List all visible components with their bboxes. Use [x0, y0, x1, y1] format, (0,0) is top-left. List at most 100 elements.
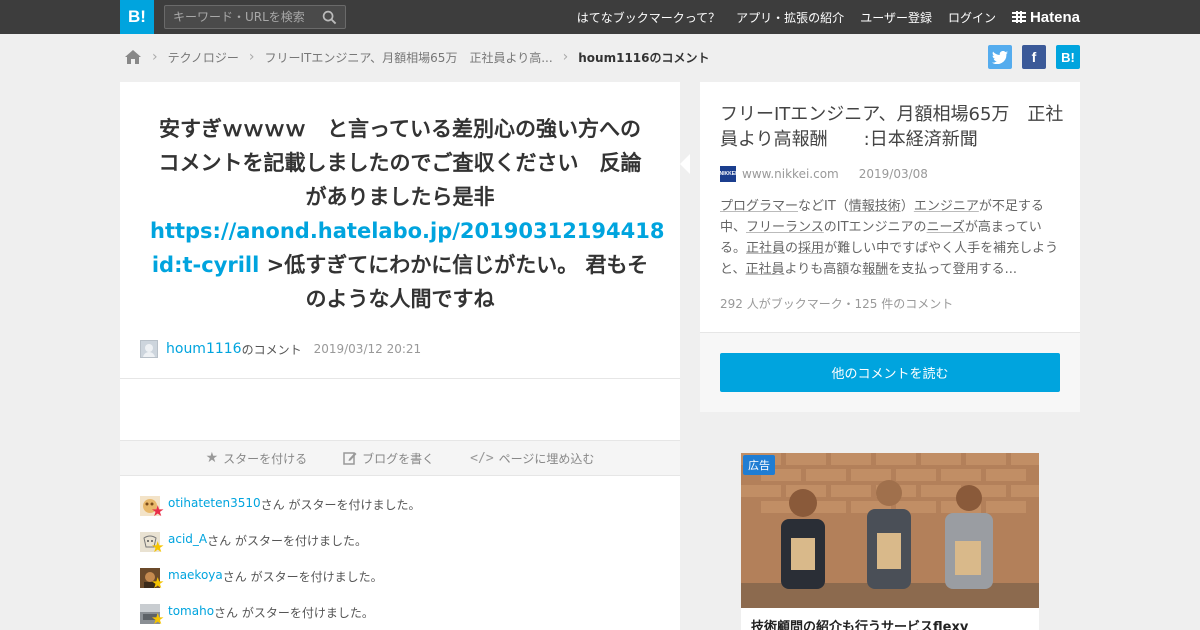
- avatar[interactable]: ★: [140, 568, 164, 591]
- add-star-label: スターを付ける: [223, 451, 308, 466]
- keyword-link[interactable]: 正社員: [745, 262, 784, 277]
- star-icon: ★: [205, 450, 219, 466]
- search-icon[interactable]: [322, 10, 337, 25]
- comment-text-intro: 安すぎｗｗｗｗ と言っている差別心の強い方へのコメントを記載しましたのでご査収く…: [158, 117, 642, 209]
- entry-description: プログラマーなどIT（情報技術）エンジニアが不足する中、フリーランスのITエンジ…: [720, 196, 1065, 280]
- chevron-right-icon: ›: [248, 49, 255, 65]
- breadcrumb: › テクノロジー › フリーITエンジニア、月額相場65万 正社員より高... …: [124, 46, 710, 68]
- search-input[interactable]: [173, 8, 318, 26]
- star-icon: ★: [151, 502, 165, 520]
- nav-login-link[interactable]: ログイン: [948, 9, 996, 26]
- star-user-link[interactable]: otihateten3510: [168, 496, 261, 510]
- home-icon[interactable]: [124, 49, 142, 65]
- twitter-share-button[interactable]: [988, 45, 1012, 69]
- list-item: ★ otihateten3510 さん がスターを付けました。: [140, 496, 421, 532]
- keyword-link[interactable]: プログラマー: [720, 199, 798, 214]
- star-icon: ★: [151, 610, 165, 628]
- hatena-bookmark-logo[interactable]: B!: [120, 0, 154, 34]
- chevron-right-icon: ›: [562, 49, 569, 65]
- twitter-bird-icon: [992, 50, 1008, 64]
- avatar[interactable]: ★: [140, 532, 164, 555]
- star-list: ★ otihateten3510 さん がスターを付けました。 ★ acid_A…: [140, 496, 421, 630]
- top-bar: B! はてなブックマークって？ アプリ・拡張の紹介 ユーザー登録 ログイン Ha…: [0, 0, 1200, 34]
- ad-title[interactable]: 技術顧問の紹介も行うサービスflexy: [751, 616, 968, 630]
- comment-user-suffix: のコメント: [241, 342, 302, 357]
- description-text: を支払って登用する...: [888, 262, 1018, 277]
- comment-actions-bar: ★ スターを付ける ブログを書く </> ページに埋め込む: [120, 440, 680, 476]
- avatar[interactable]: ★: [140, 496, 164, 519]
- star-user-link[interactable]: maekoya: [168, 568, 223, 582]
- entry-domain-link[interactable]: www.nikkei.com: [742, 167, 839, 181]
- read-more-comments-button[interactable]: 他のコメントを読む: [720, 353, 1060, 392]
- entry-title-link[interactable]: フリーITエンジニア、月額相場65万 正社員より高報酬 :日本経済新聞: [720, 102, 1065, 152]
- hatebu-share-button[interactable]: B!: [1056, 45, 1080, 69]
- star-user-link[interactable]: acid_A: [168, 532, 207, 546]
- write-blog-label: ブログを書く: [362, 451, 435, 466]
- hatena-logo[interactable]: Hatena: [1011, 8, 1080, 26]
- nikkei-favicon-icon: NIKKEI: [720, 166, 736, 182]
- comment-text-outro: >低すぎてにわかに信じがたい。 君もそのような人間ですね: [259, 253, 649, 311]
- star-action-text: さん がスターを付けました。: [207, 534, 367, 548]
- hatena-brand-text: Hatena: [1029, 8, 1080, 26]
- star-icon: ★: [151, 538, 165, 556]
- ad-photo-image: [741, 453, 1039, 608]
- entry-pointer-arrow: [680, 154, 690, 174]
- hatena-mark-icon: [1011, 11, 1026, 23]
- breadcrumb-category-link[interactable]: テクノロジー: [168, 49, 239, 66]
- embed-page-button[interactable]: </> ページに埋め込む: [470, 450, 594, 467]
- keyword-link[interactable]: 情報技術: [849, 199, 901, 214]
- top-nav: はてなブックマークって？ アプリ・拡張の紹介 ユーザー登録 ログイン Haten…: [577, 0, 1080, 34]
- search-box: [164, 5, 346, 29]
- comment-meta: houm1116 のコメント 2019/03/12 20:21: [140, 340, 421, 358]
- facebook-share-button[interactable]: f: [1022, 45, 1046, 69]
- nav-signup-link[interactable]: ユーザー登録: [860, 9, 932, 26]
- entry-date: 2019/03/08: [858, 167, 928, 181]
- edit-icon: [343, 452, 357, 465]
- ad-label-badge: 広告: [743, 455, 775, 475]
- chevron-right-icon: ›: [152, 49, 158, 65]
- star-action-text: さん がスターを付けました。: [260, 498, 421, 512]
- comment-id-link[interactable]: id:t-cyrill: [152, 253, 259, 277]
- avatar[interactable]: [140, 340, 158, 358]
- entry-stats[interactable]: 292 人がブックマーク・125 件のコメント: [720, 295, 953, 312]
- ad-banner[interactable]: 広告 技術顧問の紹介も行うサービスflexy: [741, 453, 1039, 630]
- code-icon: </>: [470, 450, 494, 466]
- star-action-text: さん がスターを付けました。: [214, 606, 374, 620]
- hatebu-icon: B!: [1061, 49, 1075, 65]
- breadcrumb-entry-link[interactable]: フリーITエンジニア、月額相場65万 正社員より高...: [265, 49, 553, 66]
- star-user-link[interactable]: tomaho: [168, 604, 214, 618]
- keyword-link[interactable]: 報酬: [862, 262, 888, 277]
- entry-panel: フリーITエンジニア、月額相場65万 正社員より高報酬 :日本経済新聞 NIKK…: [700, 82, 1080, 332]
- description-text: の: [785, 241, 799, 256]
- breadcrumb-current: houm1116のコメント: [578, 50, 710, 65]
- comment-card: 安すぎｗｗｗｗ と言っている差別心の強い方へのコメントを記載しましたのでご査収く…: [120, 82, 680, 630]
- embed-page-label: ページに埋め込む: [498, 451, 595, 466]
- description-text: などIT（: [798, 199, 849, 214]
- description-text: よりも高額な: [784, 262, 863, 277]
- description-text: ）: [900, 199, 914, 214]
- list-item: ★ maekoya さん がスターを付けました。: [140, 568, 421, 604]
- star-action-text: さん がスターを付けました。: [222, 570, 383, 584]
- entry-source: NIKKEI www.nikkei.com 2019/03/08: [720, 166, 928, 182]
- nav-about-link[interactable]: はてなブックマークって？: [577, 9, 720, 26]
- list-item: ★ tomaho さん がスターを付けました。: [140, 604, 421, 630]
- description-text: のITエンジニアの: [823, 220, 927, 235]
- avatar[interactable]: ★: [140, 604, 164, 627]
- divider: [120, 378, 680, 379]
- entry-footer: 他のコメントを読む: [700, 332, 1080, 412]
- keyword-link[interactable]: 採用: [798, 241, 824, 256]
- list-item: ★ acid_A さん がスターを付けました。: [140, 532, 421, 568]
- keyword-link[interactable]: ニーズ: [927, 220, 965, 235]
- write-blog-button[interactable]: ブログを書く: [343, 450, 434, 467]
- nav-apps-link[interactable]: アプリ・拡張の紹介: [736, 9, 844, 26]
- comment-date: 2019/03/12 20:21: [313, 342, 422, 356]
- comment-anond-link[interactable]: https://anond.hatelabo.jp/20190312194418: [150, 219, 664, 243]
- keyword-link[interactable]: エンジニア: [914, 199, 979, 214]
- keyword-link[interactable]: 正社員: [746, 241, 785, 256]
- add-star-button[interactable]: ★ スターを付ける: [206, 450, 308, 467]
- comment-body: 安すぎｗｗｗｗ と言っている差別心の強い方へのコメントを記載しましたのでご査収く…: [150, 112, 664, 316]
- keyword-link[interactable]: フリーランス: [746, 220, 824, 235]
- comment-user-link[interactable]: houm1116: [166, 341, 242, 357]
- star-icon: ★: [151, 574, 165, 592]
- facebook-icon: f: [1031, 49, 1037, 65]
